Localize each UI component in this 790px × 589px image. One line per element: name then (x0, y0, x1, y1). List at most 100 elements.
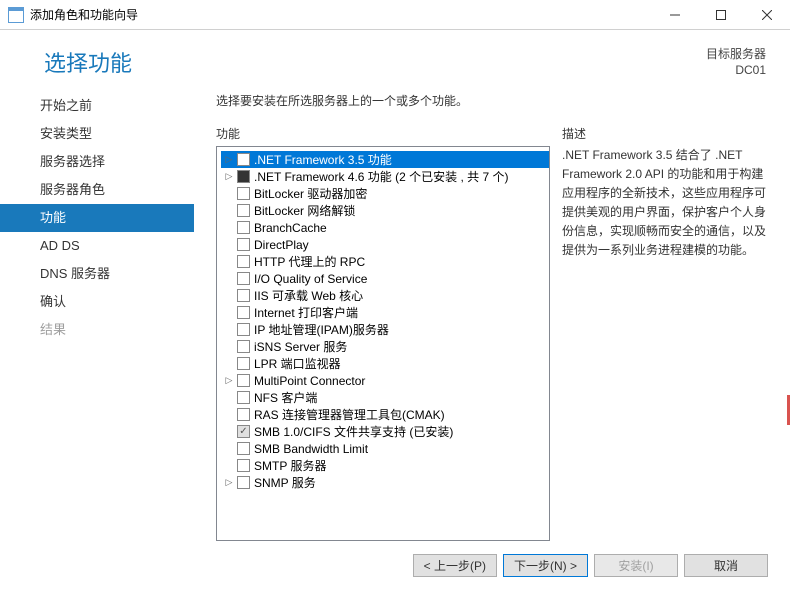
feature-label: I/O Quality of Service (254, 272, 367, 286)
feature-label: .NET Framework 4.6 功能 (2 个已安装 , 共 7 个) (254, 168, 509, 185)
feature-row[interactable]: ▷LPR 端口监视器 (221, 355, 549, 372)
feature-label: BitLocker 驱动器加密 (254, 185, 367, 202)
server-manager-icon (8, 7, 24, 23)
feature-row[interactable]: ▷iSNS Server 服务 (221, 338, 549, 355)
close-button[interactable] (744, 0, 790, 29)
nav-item: 结果 (0, 316, 194, 344)
expander-icon[interactable]: ▷ (223, 375, 235, 387)
cancel-button[interactable]: 取消 (684, 554, 768, 577)
feature-row[interactable]: ▷SMTP 服务器 (221, 457, 549, 474)
feature-checkbox[interactable] (237, 374, 250, 387)
feature-label: SMB Bandwidth Limit (254, 442, 368, 456)
feature-label: iSNS Server 服务 (254, 338, 347, 355)
feature-checkbox[interactable] (237, 306, 250, 319)
feature-row[interactable]: ▷NFS 客户端 (221, 389, 549, 406)
expander-icon[interactable]: ▷ (223, 171, 235, 183)
feature-checkbox[interactable] (237, 238, 250, 251)
nav-item[interactable]: 确认 (0, 288, 194, 316)
feature-label: LPR 端口监视器 (254, 355, 341, 372)
feature-row[interactable]: ▷BitLocker 驱动器加密 (221, 185, 549, 202)
feature-checkbox[interactable] (237, 391, 250, 404)
feature-label: IP 地址管理(IPAM)服务器 (254, 321, 389, 338)
expander-icon[interactable]: ▷ (223, 477, 235, 489)
feature-checkbox[interactable] (237, 340, 250, 353)
feature-checkbox[interactable] (237, 153, 250, 166)
feature-row[interactable]: ▷DirectPlay (221, 236, 549, 253)
feature-label: BitLocker 网络解锁 (254, 202, 355, 219)
feature-checkbox[interactable] (237, 289, 250, 302)
feature-label: .NET Framework 3.5 功能 (254, 151, 392, 168)
server-name: DC01 (706, 62, 766, 78)
feature-checkbox[interactable] (237, 425, 250, 438)
features-tree[interactable]: ▷ .NET Framework 3.5 功能 ▷ .NET Framework 4.… (216, 146, 550, 541)
feature-checkbox[interactable] (237, 170, 250, 183)
feature-row[interactable]: ▷ MultiPoint Connector (221, 372, 549, 389)
server-label: 目标服务器 (706, 46, 766, 62)
nav-item[interactable]: 服务器角色 (0, 176, 194, 204)
feature-checkbox[interactable] (237, 221, 250, 234)
wizard-nav: 开始之前安装类型服务器选择服务器角色功能AD DSDNS 服务器确认结果 (0, 86, 194, 541)
feature-checkbox[interactable] (237, 476, 250, 489)
feature-label: SMB 1.0/CIFS 文件共享支持 (已安装) (254, 423, 453, 440)
titlebar-buttons (652, 0, 790, 29)
feature-label: NFS 客户端 (254, 389, 317, 406)
description-column: 描述 .NET Framework 3.5 结合了 .NET Framework… (562, 125, 768, 541)
feature-label: HTTP 代理上的 RPC (254, 253, 365, 270)
previous-button[interactable]: < 上一步(P) (413, 554, 497, 577)
feature-checkbox[interactable] (237, 459, 250, 472)
nav-item[interactable]: 开始之前 (0, 92, 194, 120)
features-heading: 功能 (216, 125, 550, 142)
feature-label: Internet 打印客户端 (254, 304, 358, 321)
nav-item[interactable]: 安装类型 (0, 120, 194, 148)
feature-row[interactable]: ▷SMB Bandwidth Limit (221, 440, 549, 457)
instruction-text: 选择要安装在所选服务器上的一个或多个功能。 (216, 92, 768, 109)
main-panel: 选择要安装在所选服务器上的一个或多个功能。 功能 ▷ .NET Framework… (194, 86, 790, 541)
feature-row[interactable]: ▷ .NET Framework 3.5 功能 (221, 151, 549, 168)
feature-row[interactable]: ▷I/O Quality of Service (221, 270, 549, 287)
feature-label: MultiPoint Connector (254, 374, 365, 388)
nav-item[interactable]: DNS 服务器 (0, 260, 194, 288)
feature-checkbox[interactable] (237, 272, 250, 285)
description-heading: 描述 (562, 125, 768, 142)
install-button[interactable]: 安装(I) (594, 554, 678, 577)
feature-checkbox[interactable] (237, 204, 250, 217)
feature-row[interactable]: ▷IIS 可承载 Web 核心 (221, 287, 549, 304)
header: 选择功能 目标服务器 DC01 (0, 30, 790, 86)
feature-row[interactable]: ▷SMB 1.0/CIFS 文件共享支持 (已安装) (221, 423, 549, 440)
titlebar: 添加角色和功能向导 (0, 0, 790, 30)
window-title: 添加角色和功能向导 (30, 6, 652, 23)
minimize-button[interactable] (652, 0, 698, 29)
feature-label: SNMP 服务 (254, 474, 316, 491)
feature-label: RAS 连接管理器管理工具包(CMAK) (254, 406, 445, 423)
feature-row[interactable]: ▷Internet 打印客户端 (221, 304, 549, 321)
nav-item[interactable]: 功能 (0, 204, 194, 232)
footer: < 上一步(P) 下一步(N) > 安装(I) 取消 (0, 541, 790, 589)
nav-item[interactable]: 服务器选择 (0, 148, 194, 176)
nav-item[interactable]: AD DS (0, 232, 194, 260)
maximize-button[interactable] (698, 0, 744, 29)
feature-row[interactable]: ▷RAS 连接管理器管理工具包(CMAK) (221, 406, 549, 423)
feature-row[interactable]: ▷IP 地址管理(IPAM)服务器 (221, 321, 549, 338)
feature-checkbox[interactable] (237, 442, 250, 455)
feature-checkbox[interactable] (237, 408, 250, 421)
feature-label: BranchCache (254, 221, 327, 235)
features-column: 功能 ▷ .NET Framework 3.5 功能 ▷ .NET Framework… (216, 125, 550, 541)
feature-row[interactable]: ▷BranchCache (221, 219, 549, 236)
feature-checkbox[interactable] (237, 255, 250, 268)
next-button[interactable]: 下一步(N) > (503, 554, 588, 577)
feature-row[interactable]: ▷ .NET Framework 4.6 功能 (2 个已安装 , 共 7 个) (221, 168, 549, 185)
server-info: 目标服务器 DC01 (706, 46, 766, 78)
feature-label: SMTP 服务器 (254, 457, 326, 474)
body: 开始之前安装类型服务器选择服务器角色功能AD DSDNS 服务器确认结果 选择要… (0, 86, 790, 541)
feature-label: DirectPlay (254, 238, 309, 252)
feature-row[interactable]: ▷ SNMP 服务 (221, 474, 549, 491)
feature-checkbox[interactable] (237, 357, 250, 370)
feature-label: IIS 可承载 Web 核心 (254, 287, 363, 304)
feature-row[interactable]: ▷HTTP 代理上的 RPC (221, 253, 549, 270)
feature-row[interactable]: ▷BitLocker 网络解锁 (221, 202, 549, 219)
description-text: .NET Framework 3.5 结合了 .NET Framework 2.… (562, 146, 768, 260)
page-title: 选择功能 (44, 46, 132, 78)
feature-checkbox[interactable] (237, 187, 250, 200)
expander-icon[interactable]: ▷ (223, 154, 235, 166)
feature-checkbox[interactable] (237, 323, 250, 336)
